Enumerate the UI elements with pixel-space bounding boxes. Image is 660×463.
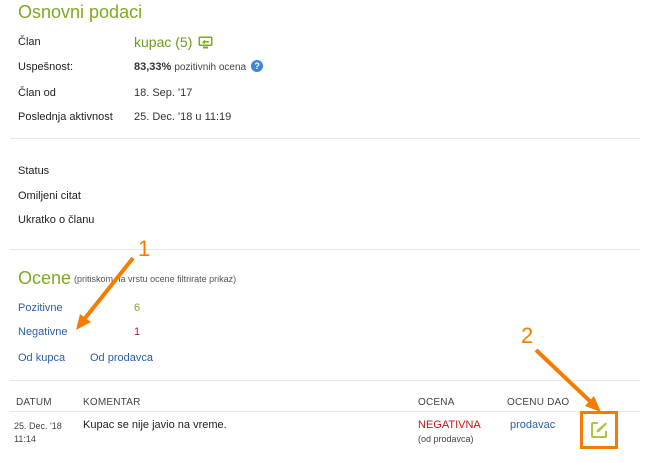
success-percent: 83,33% xyxy=(134,61,172,73)
status-label: Status xyxy=(18,165,50,177)
member-value: kupac (5) xyxy=(134,34,213,52)
success-label: Uspešnost: xyxy=(18,61,74,73)
ratings-hint: (pritiskom na vrstu ocene filtrirate pri… xyxy=(74,274,237,284)
help-icon[interactable]: ? xyxy=(251,60,264,72)
column-header-rating: OCENA xyxy=(418,397,455,408)
annotation-arrows xyxy=(76,256,601,412)
member-name-link[interactable]: kupac (5) xyxy=(134,34,192,50)
divider xyxy=(10,380,640,381)
column-header-comment: KOMENTAR xyxy=(83,397,141,408)
column-header-rated-by: OCENU DAO xyxy=(507,397,570,408)
edit-rating-button[interactable] xyxy=(580,411,618,449)
member-since-label: Član od xyxy=(18,87,56,99)
success-value: 83,33% pozitivnih ocena ? xyxy=(134,60,264,73)
row-comment: Kupac se nije javio na vreme. xyxy=(83,419,227,431)
basic-info-title: Osnovni podaci xyxy=(18,2,143,22)
last-activity-label: Poslednja aktivnost xyxy=(18,111,113,123)
column-header-date: DATUM xyxy=(16,397,52,408)
ratings-title-text: Ocene xyxy=(18,268,72,288)
row-rated-by-link[interactable]: prodavac xyxy=(510,419,555,431)
filter-from-buyer-link[interactable]: Od kupca xyxy=(18,352,65,364)
member-label: Član xyxy=(18,36,41,48)
positive-count: 6 xyxy=(134,302,141,314)
row-rating-source: (od prodavca) xyxy=(418,434,474,444)
success-suffix: pozitivnih ocena xyxy=(174,62,247,73)
divider xyxy=(10,249,640,250)
edit-icon xyxy=(590,421,608,439)
row-date: 25. Dec. '18 xyxy=(14,421,62,431)
annotation-number-1: 1 xyxy=(138,236,151,261)
filter-from-seller-link[interactable]: Od prodavca xyxy=(90,352,153,364)
favorite-quote-label: Omiljeni citat xyxy=(18,190,81,202)
row-time: 11:14 xyxy=(14,434,36,444)
monitor-icon[interactable] xyxy=(198,36,213,52)
divider xyxy=(10,411,640,412)
filter-positive-link[interactable]: Pozitivne xyxy=(18,302,63,314)
row-rating: NEGATIVNA xyxy=(418,419,481,431)
annotation-number-2: 2 xyxy=(521,323,534,348)
ratings-title: Ocene (pritiskom na vrstu ocene filtrirat… xyxy=(18,268,236,289)
negative-count: 1 xyxy=(134,326,141,338)
about-member-label: Ukratko o članu xyxy=(18,214,95,226)
member-since-value: 18. Sep. '17 xyxy=(134,87,193,99)
divider xyxy=(10,138,640,139)
last-activity-value: 25. Dec. '18 u 11:19 xyxy=(134,111,232,123)
filter-negative-link[interactable]: Negativne xyxy=(18,326,68,338)
